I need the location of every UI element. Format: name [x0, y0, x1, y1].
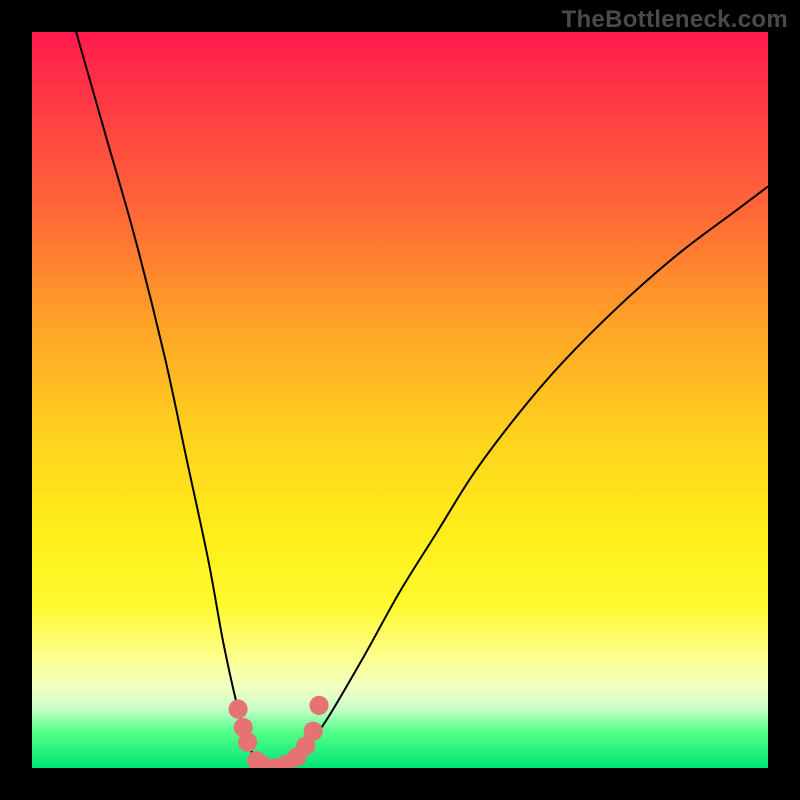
optimal-markers-group: [229, 696, 329, 768]
optimal-marker: [304, 722, 323, 741]
optimal-marker: [309, 696, 328, 715]
chart-frame: TheBottleneck.com: [0, 0, 800, 800]
bottleneck-curve: [76, 32, 768, 768]
optimal-marker: [229, 700, 248, 719]
watermark-text: TheBottleneck.com: [562, 6, 788, 34]
chart-svg: [32, 32, 768, 768]
plot-area: [32, 32, 768, 768]
optimal-marker: [238, 733, 257, 752]
